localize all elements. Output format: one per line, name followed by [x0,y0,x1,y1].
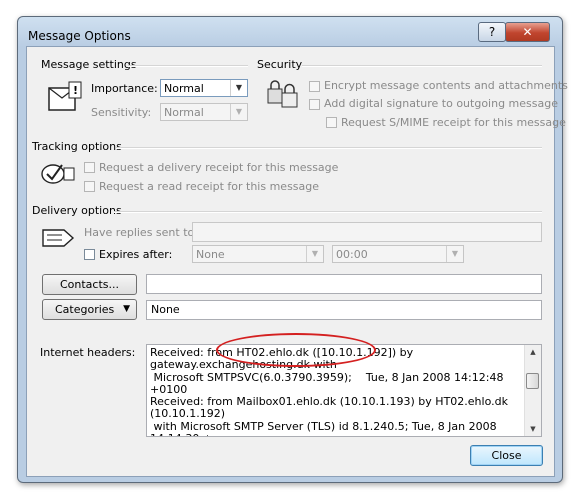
categories-field[interactable]: None [146,300,542,320]
expires-after-checkbox[interactable] [84,249,95,260]
scroll-down-arrow-icon[interactable]: ▼ [525,422,541,436]
encrypt-label: Encrypt message contents and attachments [324,79,568,92]
importance-dropdown[interactable]: Normal ▼ [160,79,248,97]
contacts-field[interactable] [146,274,542,294]
security-heading: Security [257,58,303,71]
importance-label: Importance: [91,82,158,95]
digital-signature-checkbox[interactable] [309,99,320,110]
window-title: Message Options [28,29,131,43]
contacts-button[interactable]: Contacts... [42,274,137,295]
lock-icon [267,80,298,108]
help-button[interactable]: ? [478,22,506,42]
delivery-receipt-label: Request a delivery receipt for this mess… [99,161,339,174]
chevron-down-icon: ▼ [446,246,463,262]
tracking-options-heading: Tracking options [32,140,122,153]
close-button[interactable]: Close [470,445,543,466]
smime-receipt-label: Request S/MIME receipt for this message [341,116,566,129]
read-receipt-label: Request a read receipt for this message [99,180,320,193]
expires-time-dropdown[interactable]: 00:00 ▼ [332,245,464,263]
sensitivity-label: Sensitivity: [91,106,152,119]
chevron-down-icon: ▼ [230,80,247,96]
expires-date-value: None [196,248,225,261]
have-replies-field[interactable] [192,222,542,242]
internet-headers-text: Received: from HT02.ehlo.dk ([10.10.1.19… [150,346,508,436]
tracking-icon [41,164,75,184]
delivery-receipt-checkbox[interactable] [84,162,95,173]
encrypt-checkbox[interactable] [309,81,320,92]
scrollbar-thumb[interactable] [526,373,539,389]
divider [128,65,248,67]
divider [302,65,542,67]
expires-date-dropdown[interactable]: None ▼ [192,245,324,263]
internet-headers-textarea[interactable]: Received: from HT02.ehlo.dk ([10.10.1.19… [146,344,542,437]
chevron-down-icon: ▼ [123,304,130,314]
divider [114,211,542,213]
chevron-down-icon: ▼ [230,104,247,120]
sensitivity-value: Normal [164,106,204,119]
divider [116,147,542,149]
digital-signature-label: Add digital signature to outgoing messag… [324,97,558,110]
sensitivity-dropdown[interactable]: Normal ▼ [160,103,248,121]
smime-receipt-checkbox[interactable] [326,117,337,128]
chevron-down-icon: ▼ [306,246,323,262]
message-settings-heading: Message settings [41,58,137,71]
delivery-options-heading: Delivery options [32,204,122,217]
svg-text:!: ! [73,84,78,97]
read-receipt-checkbox[interactable] [84,181,95,192]
delivery-icon [42,229,75,247]
message-settings-icon: ! [48,81,82,111]
categories-button-label: Categories [55,303,115,316]
window-close-button[interactable]: ✕ [505,22,550,42]
vertical-scrollbar[interactable]: ▲ ▼ [524,345,541,436]
categories-button[interactable]: Categories ▼ [42,299,137,320]
have-replies-label: Have replies sent to: [84,226,198,239]
expires-time-value: 00:00 [336,248,368,261]
scroll-up-arrow-icon[interactable]: ▲ [525,345,541,359]
internet-headers-label: Internet headers: [40,346,136,359]
expires-after-label: Expires after: [99,248,173,261]
importance-value: Normal [164,82,204,95]
